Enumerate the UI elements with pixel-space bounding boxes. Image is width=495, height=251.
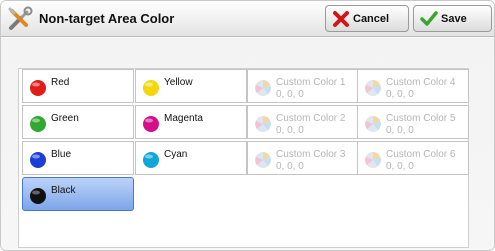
save-label: Save: [441, 12, 467, 25]
color-option-blue[interactable]: Blue: [22, 141, 134, 175]
custom-color-label: Custom Color 4: [386, 77, 456, 88]
color-option-label: Black: [51, 185, 76, 196]
custom-color-value: 0, 0, 0: [276, 89, 304, 100]
cancel-label: Cancel: [353, 12, 390, 25]
green-swatch-icon: [30, 116, 46, 132]
close-icon: [333, 10, 349, 27]
color-wheel-icon: [255, 152, 271, 168]
color-wheel-icon: [365, 80, 381, 96]
color-option-label: Green: [51, 113, 79, 124]
color-wheel-icon: [365, 116, 381, 132]
color-option-label: Magenta: [164, 113, 203, 124]
custom-color-label: Custom Color 5: [386, 113, 456, 124]
color-option-black[interactable]: Black: [22, 177, 134, 211]
color-option-label: Yellow: [164, 77, 193, 88]
color-options-panel: Red Green Blue Black Yellow Magenta Cyan…: [18, 68, 469, 248]
save-button[interactable]: Save: [413, 5, 492, 32]
red-swatch-icon: [30, 80, 46, 96]
color-option-green[interactable]: Green: [22, 105, 134, 139]
color-wheel-icon: [255, 80, 271, 96]
color-option-magenta[interactable]: Magenta: [135, 105, 247, 139]
title-bar: Non-target Area Color Cancel Save: [1, 1, 494, 37]
cancel-button[interactable]: Cancel: [325, 5, 409, 32]
custom-color-value: 0, 0, 0: [276, 161, 304, 172]
color-option-cyan[interactable]: Cyan: [135, 141, 247, 175]
page-title: Non-target Area Color: [39, 11, 175, 26]
black-swatch-icon: [30, 188, 46, 204]
custom-color-label: Custom Color 6: [386, 149, 456, 160]
magenta-swatch-icon: [143, 116, 159, 132]
color-option-red[interactable]: Red: [22, 69, 134, 103]
custom-color-3-option: Custom Color 3 0, 0, 0: [247, 141, 359, 175]
custom-color-1-option: Custom Color 1 0, 0, 0: [247, 69, 359, 103]
color-wheel-icon: [365, 152, 381, 168]
color-option-label: Blue: [51, 149, 72, 160]
content-area: Red Green Blue Black Yellow Magenta Cyan…: [1, 38, 494, 250]
cyan-swatch-icon: [143, 152, 159, 168]
custom-color-value: 0, 0, 0: [386, 125, 414, 136]
custom-color-label: Custom Color 1: [276, 77, 346, 88]
custom-color-2-option: Custom Color 2 0, 0, 0: [247, 105, 359, 139]
custom-color-6-option: Custom Color 6 0, 0, 0: [357, 141, 469, 175]
custom-color-value: 0, 0, 0: [386, 161, 414, 172]
yellow-swatch-icon: [143, 80, 159, 96]
custom-color-value: 0, 0, 0: [276, 125, 304, 136]
color-wheel-icon: [255, 116, 271, 132]
blue-swatch-icon: [30, 152, 46, 168]
custom-color-label: Custom Color 2: [276, 113, 346, 124]
color-option-label: Red: [51, 77, 70, 88]
dialog-window: Non-target Area Color Cancel Save Red Gr…: [0, 0, 495, 251]
custom-color-5-option: Custom Color 5 0, 0, 0: [357, 105, 469, 139]
color-option-yellow[interactable]: Yellow: [135, 69, 247, 103]
custom-color-value: 0, 0, 0: [386, 89, 414, 100]
custom-color-label: Custom Color 3: [276, 149, 346, 160]
checkmark-icon: [420, 10, 438, 26]
color-option-label: Cyan: [164, 149, 188, 160]
tools-icon: [8, 6, 33, 30]
custom-color-4-option: Custom Color 4 0, 0, 0: [357, 69, 469, 103]
